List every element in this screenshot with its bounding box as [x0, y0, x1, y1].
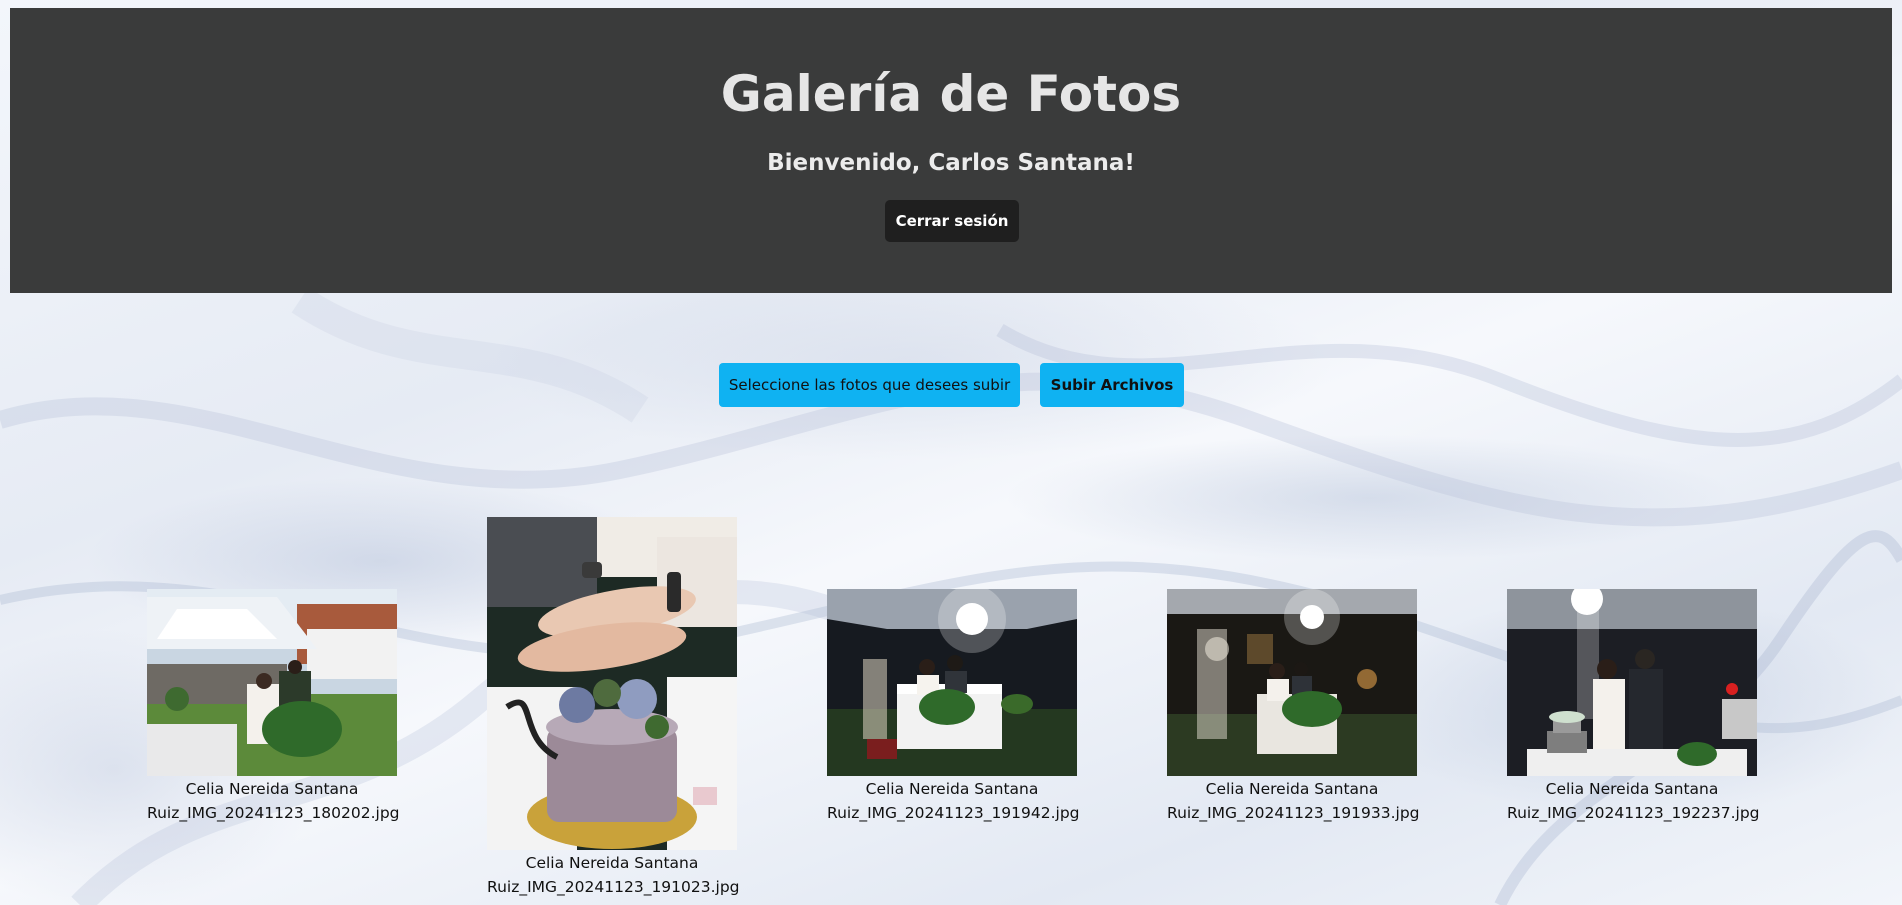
- welcome-message: Bienvenido, Carlos Santana!: [767, 150, 1135, 176]
- photo-thumbnail[interactable]: [487, 517, 737, 850]
- photo-caption-line2: Ruiz_IMG_20241123_180202.jpg: [147, 804, 400, 822]
- photo-caption: Celia Nereida Santana Ruiz_IMG_20241123_…: [827, 777, 1080, 825]
- upload-form: Seleccione las fotos que desees subir Su…: [0, 363, 1902, 407]
- gallery-item[interactable]: Celia Nereida Santana Ruiz_IMG_20241123_…: [827, 589, 1080, 825]
- gallery-item[interactable]: Celia Nereida Santana Ruiz_IMG_20241123_…: [147, 589, 400, 825]
- gallery-item[interactable]: Celia Nereida Santana Ruiz_IMG_20241123_…: [1167, 589, 1420, 825]
- photo-caption-line1: Celia Nereida Santana: [865, 780, 1039, 798]
- photo-caption-line1: Celia Nereida Santana: [1205, 780, 1379, 798]
- logout-button[interactable]: Cerrar sesión: [885, 200, 1019, 242]
- photo-caption: Celia Nereida Santana Ruiz_IMG_20241123_…: [1507, 777, 1760, 825]
- photo-caption-line2: Ruiz_IMG_20241123_192237.jpg: [1507, 804, 1760, 822]
- gallery-item[interactable]: Celia Nereida Santana Ruiz_IMG_20241123_…: [1507, 589, 1760, 825]
- photo-thumbnail[interactable]: [827, 589, 1077, 776]
- photo-caption: Celia Nereida Santana Ruiz_IMG_20241123_…: [487, 851, 740, 899]
- photo-thumbnail[interactable]: [1507, 589, 1757, 776]
- photo-caption: Celia Nereida Santana Ruiz_IMG_20241123_…: [147, 777, 400, 825]
- photo-thumbnail[interactable]: [147, 589, 397, 776]
- photo-caption: Celia Nereida Santana Ruiz_IMG_20241123_…: [1167, 777, 1420, 825]
- photo-caption-line1: Celia Nereida Santana: [1545, 780, 1719, 798]
- photo-caption-line1: Celia Nereida Santana: [525, 854, 699, 872]
- photo-caption-line2: Ruiz_IMG_20241123_191933.jpg: [1167, 804, 1420, 822]
- photo-caption-line2: Ruiz_IMG_20241123_191942.jpg: [827, 804, 1080, 822]
- photo-caption-line2: Ruiz_IMG_20241123_191023.jpg: [487, 878, 740, 896]
- photo-thumbnail[interactable]: [1167, 589, 1417, 776]
- page-title: Galería de Fotos: [720, 65, 1182, 123]
- photo-caption-line1: Celia Nereida Santana: [185, 780, 359, 798]
- page-header: Galería de Fotos Bienvenido, Carlos Sant…: [10, 8, 1892, 293]
- select-photos-button[interactable]: Seleccione las fotos que desees subir: [719, 363, 1020, 407]
- gallery-item[interactable]: Celia Nereida Santana Ruiz_IMG_20241123_…: [487, 517, 740, 899]
- upload-files-button[interactable]: Subir Archivos: [1040, 363, 1184, 407]
